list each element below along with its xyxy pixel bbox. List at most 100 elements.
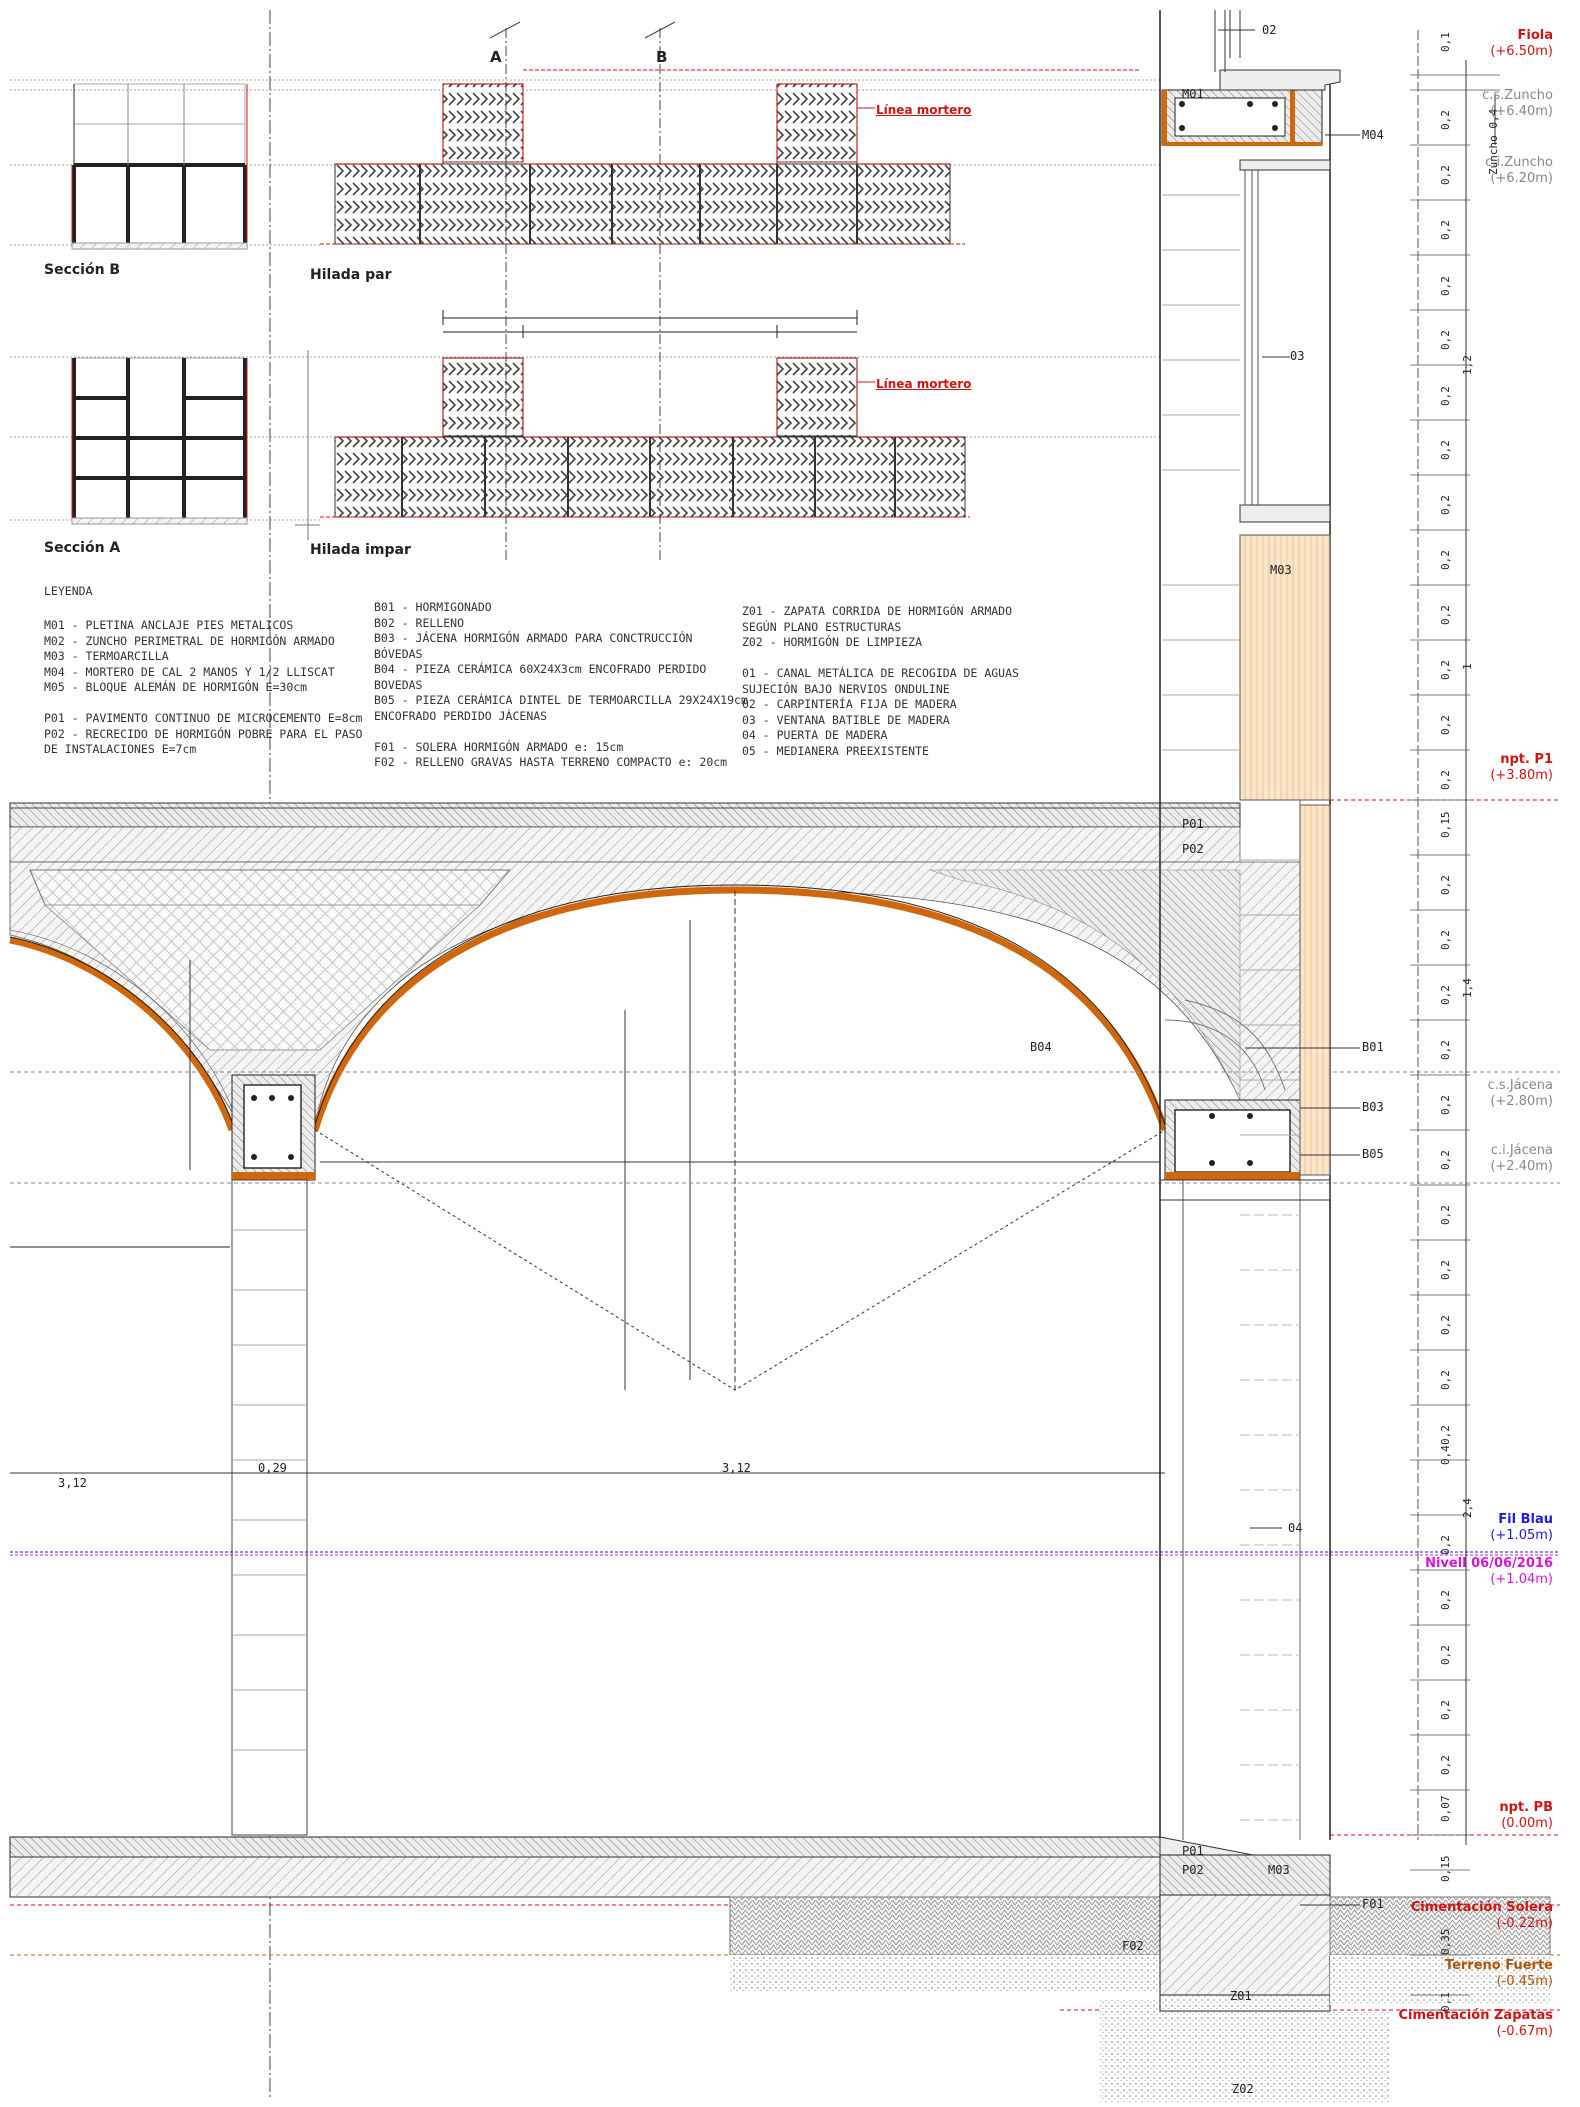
dim-v-0-07: 0,07 bbox=[1439, 1795, 1452, 1823]
level-name: Cimentación Solera bbox=[1410, 1900, 1553, 1915]
dim-v-0-1: 0,1 bbox=[1439, 32, 1452, 52]
legend-line: Z01 - ZAPATA CORRIDA DE HORMIGÓN ARMADO bbox=[742, 604, 1013, 618]
level-label: npt. P1 (+3.80m) bbox=[1490, 752, 1553, 785]
level-value: (-0.67m) bbox=[1496, 2024, 1553, 2040]
legend-column-vault: B01 - HORMIGONADO B02 - RELLENO B03 - JÁCE… bbox=[374, 600, 748, 771]
level-value: (-0.22m) bbox=[1496, 1916, 1553, 1932]
dim-v-0-2: 0,2 bbox=[1439, 1370, 1452, 1390]
dim-v-0-2: 0,2 bbox=[1439, 1150, 1452, 1170]
dim-v-0-15: 0,15 bbox=[1439, 811, 1452, 839]
dim-column-width: 0,29 bbox=[258, 1461, 287, 1475]
legend-line: B02 - RELLENO bbox=[374, 615, 465, 630]
tag-02: 02 bbox=[1262, 23, 1277, 37]
level-value: (+6.20m) bbox=[1490, 171, 1553, 187]
level-label: Terreno Fuerte (-0.45m) bbox=[1445, 1958, 1553, 1991]
legend-line: SEGÚN PLANO ESTRUCTURAS bbox=[742, 619, 902, 634]
section-a-label: Sección A bbox=[44, 540, 121, 556]
level-name: c.i.Zuncho bbox=[1485, 155, 1553, 170]
legend-line: F01 - SOLERA HORMIGÓN ARMADO e: 15cm bbox=[374, 739, 624, 754]
level-name: Cimentación Zapatas bbox=[1398, 2008, 1553, 2023]
ground-slab bbox=[9, 1836, 1161, 2090]
legend-line: M01 - PLETINA ANCLAJE PIES METALICOS bbox=[44, 618, 294, 632]
tag-b01: B01 bbox=[1362, 1040, 1384, 1054]
level-label: c.i.Jácena (+2.40m) bbox=[1490, 1143, 1553, 1176]
legend-title: LEYENDA bbox=[44, 584, 93, 598]
tag-p02-ground: P02 bbox=[1182, 1863, 1204, 1877]
column bbox=[231, 1179, 308, 1836]
dim-v-0-2: 0,2 bbox=[1439, 220, 1452, 240]
dim-v-0-2: 0,2 bbox=[1439, 110, 1452, 130]
axis-a-mark: A bbox=[490, 48, 502, 66]
legend-line: B05 - PIEZA CERÁMICA DINTEL DE TERMOARCI… bbox=[374, 693, 748, 707]
hilada-par-bricks bbox=[320, 69, 1140, 245]
tag-m03-ground: M03 bbox=[1268, 1863, 1290, 1877]
dim-v-0-2: 0,2 bbox=[1439, 550, 1452, 570]
level-label: Fiola (+6.50m) bbox=[1490, 28, 1553, 61]
legend-line: 01 - CANAL METÁLICA DE RECOGIDA DE AGUAS bbox=[742, 666, 1019, 680]
legend-line: BÓVEDAS bbox=[374, 646, 423, 661]
legend-line: M02 - ZUNCHO PERIMETRAL DE HORMIGÓN ARMA… bbox=[44, 633, 335, 648]
dim-v-0-2: 0,2 bbox=[1439, 985, 1452, 1005]
dim-v-0-2: 0,2 bbox=[1439, 1315, 1452, 1335]
tag-m03: M03 bbox=[1270, 563, 1292, 577]
level-label: c.i.Zuncho (+6.20m) bbox=[1485, 155, 1553, 188]
legend-line: P02 - RECRECIDO DE HORMIGÓN POBRE PARA E… bbox=[44, 726, 363, 741]
dim-v-0-2: 0,2 bbox=[1439, 1205, 1452, 1225]
dim-v-1-2: 1,2 bbox=[1461, 355, 1474, 375]
dim-v-0-2: 0,2 bbox=[1439, 770, 1452, 790]
dim-v-0-2: 0,2 bbox=[1439, 1535, 1452, 1555]
level-label: npt. PB (0.00m) bbox=[1499, 1800, 1553, 1833]
legend-line: B03 - JÁCENA HORMIGÓN ARMADO PARA CONCTR… bbox=[374, 631, 693, 645]
legend-line: Z02 - HORMIGÓN DE LIMPIEZA bbox=[742, 635, 923, 649]
level-label: c.s.Jácena (+2.80m) bbox=[1488, 1078, 1553, 1111]
legend-line: B01 - HORMIGONADO bbox=[374, 600, 492, 614]
level-value: (-0.45m) bbox=[1496, 1974, 1553, 1990]
legend-line bbox=[742, 651, 1019, 667]
level-name: npt. P1 bbox=[1500, 752, 1553, 767]
dim-v-0-2: 0,2 bbox=[1439, 495, 1452, 515]
tag-m01: M01 bbox=[1182, 87, 1204, 101]
tag-04: 04 bbox=[1288, 1521, 1303, 1535]
level-label: Fil Blau (+1.05m) bbox=[1490, 1512, 1553, 1545]
level-name: Fiola bbox=[1517, 28, 1554, 43]
tag-z02: Z02 bbox=[1232, 2082, 1254, 2096]
tag-f01: F01 bbox=[1362, 1897, 1384, 1911]
dim-v-0-2: 0,2 bbox=[1439, 1755, 1452, 1775]
dim-v-0-2: 0,2 bbox=[1439, 930, 1452, 950]
axis-b-mark: B bbox=[656, 48, 668, 66]
level-label: Nivell 06/06/2016 (+1.04m) bbox=[1425, 1556, 1553, 1589]
level-value: (+2.40m) bbox=[1490, 1159, 1553, 1175]
dim-v-0-2: 0,2 bbox=[1439, 1700, 1452, 1720]
mortar-line-label-bottom: Línea mortero bbox=[876, 377, 972, 391]
tag-p02: P02 bbox=[1182, 842, 1204, 856]
level-name: c.i.Jácena bbox=[1490, 1143, 1553, 1158]
dim-v-0-4: 0,4 bbox=[1439, 1445, 1452, 1465]
dim-mid-span: 3,12 bbox=[722, 1461, 751, 1475]
level-label: Cimentación Solera (-0.22m) bbox=[1411, 1900, 1553, 1933]
construction-section-drawing: Sección B Hilada par Sección A Hilada im… bbox=[0, 0, 1580, 2107]
dim-v-1-4: 1,4 bbox=[1461, 978, 1474, 998]
dim-v-0-2: 0,2 bbox=[1439, 165, 1452, 185]
level-value: (+3.80m) bbox=[1490, 768, 1553, 784]
dim-v-0-2: 0,2 bbox=[1439, 276, 1452, 296]
level-value: (+6.40m) bbox=[1490, 104, 1553, 120]
beam-left bbox=[231, 1074, 316, 1181]
level-value: (0.00m) bbox=[1501, 1816, 1553, 1832]
dim-v-0-2: 0,2 bbox=[1439, 1590, 1452, 1610]
dim-v-0-2: 0,2 bbox=[1439, 1425, 1452, 1445]
dim-v-1: 1 bbox=[1461, 663, 1474, 670]
tag-f02: F02 bbox=[1122, 1939, 1144, 1953]
hilada-impar-label: Hilada impar bbox=[310, 542, 411, 558]
upper-slab bbox=[9, 802, 1241, 863]
tag-p01: P01 bbox=[1182, 817, 1204, 831]
legend-line: M05 - BLOQUE ALEMÁN DE HORMIGÓN E=30cm bbox=[44, 680, 308, 694]
tag-b04: B04 bbox=[1030, 1040, 1052, 1054]
level-name: Terreno Fuerte bbox=[1444, 1958, 1553, 1973]
level-value: (+1.04m) bbox=[1490, 1572, 1553, 1588]
legend-line: DE INSTALACIONES E=7cm bbox=[44, 742, 197, 756]
legend-line: M03 - TERMOARCILLA bbox=[44, 649, 169, 663]
level-value: (+2.80m) bbox=[1490, 1094, 1553, 1110]
tag-03: 03 bbox=[1290, 349, 1305, 363]
legend-line: F02 - RELLENO GRAVAS HASTA TERRENO COMPA… bbox=[374, 755, 728, 769]
beam-right bbox=[1164, 1099, 1301, 1181]
